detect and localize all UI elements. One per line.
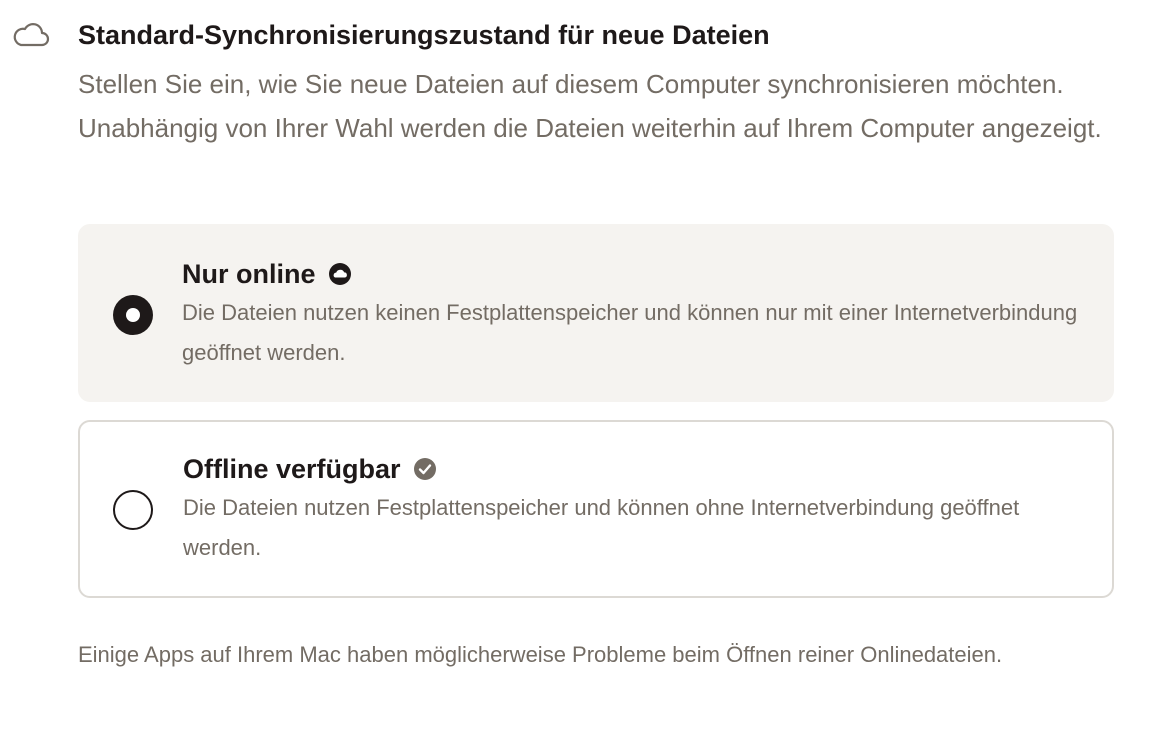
option-title-offline-available: Offline verfügbar [183,454,401,484]
section-title: Standard-Synchronisierungszustand für ne… [78,20,770,50]
option-offline-available[interactable]: Offline verfügbar Die Dateien nutzen Fes… [78,420,1114,598]
option-title-online-only: Nur online [182,259,316,289]
option-title-row: Offline verfügbar [183,452,437,486]
option-description-online-only: Die Dateien nutzen keinen Festplattenspe… [182,300,1078,365]
offline-available-check-icon [413,457,437,481]
footer-note: Einige Apps auf Ihrem Mac haben mögliche… [78,642,1003,667]
option-title-row: Nur online [182,257,352,291]
section-description: Stellen Sie ein, wie Sie neue Dateien au… [78,69,1102,143]
option-online-only[interactable]: Nur online Die Dateien nutzen keinen Fes… [78,224,1114,402]
radio-online-only[interactable] [113,295,153,335]
radio-offline-available[interactable] [113,490,153,530]
online-only-icon [328,262,352,286]
option-description-offline-available: Die Dateien nutzen Festplattenspeicher u… [183,495,1020,560]
cloud-icon [12,20,50,50]
